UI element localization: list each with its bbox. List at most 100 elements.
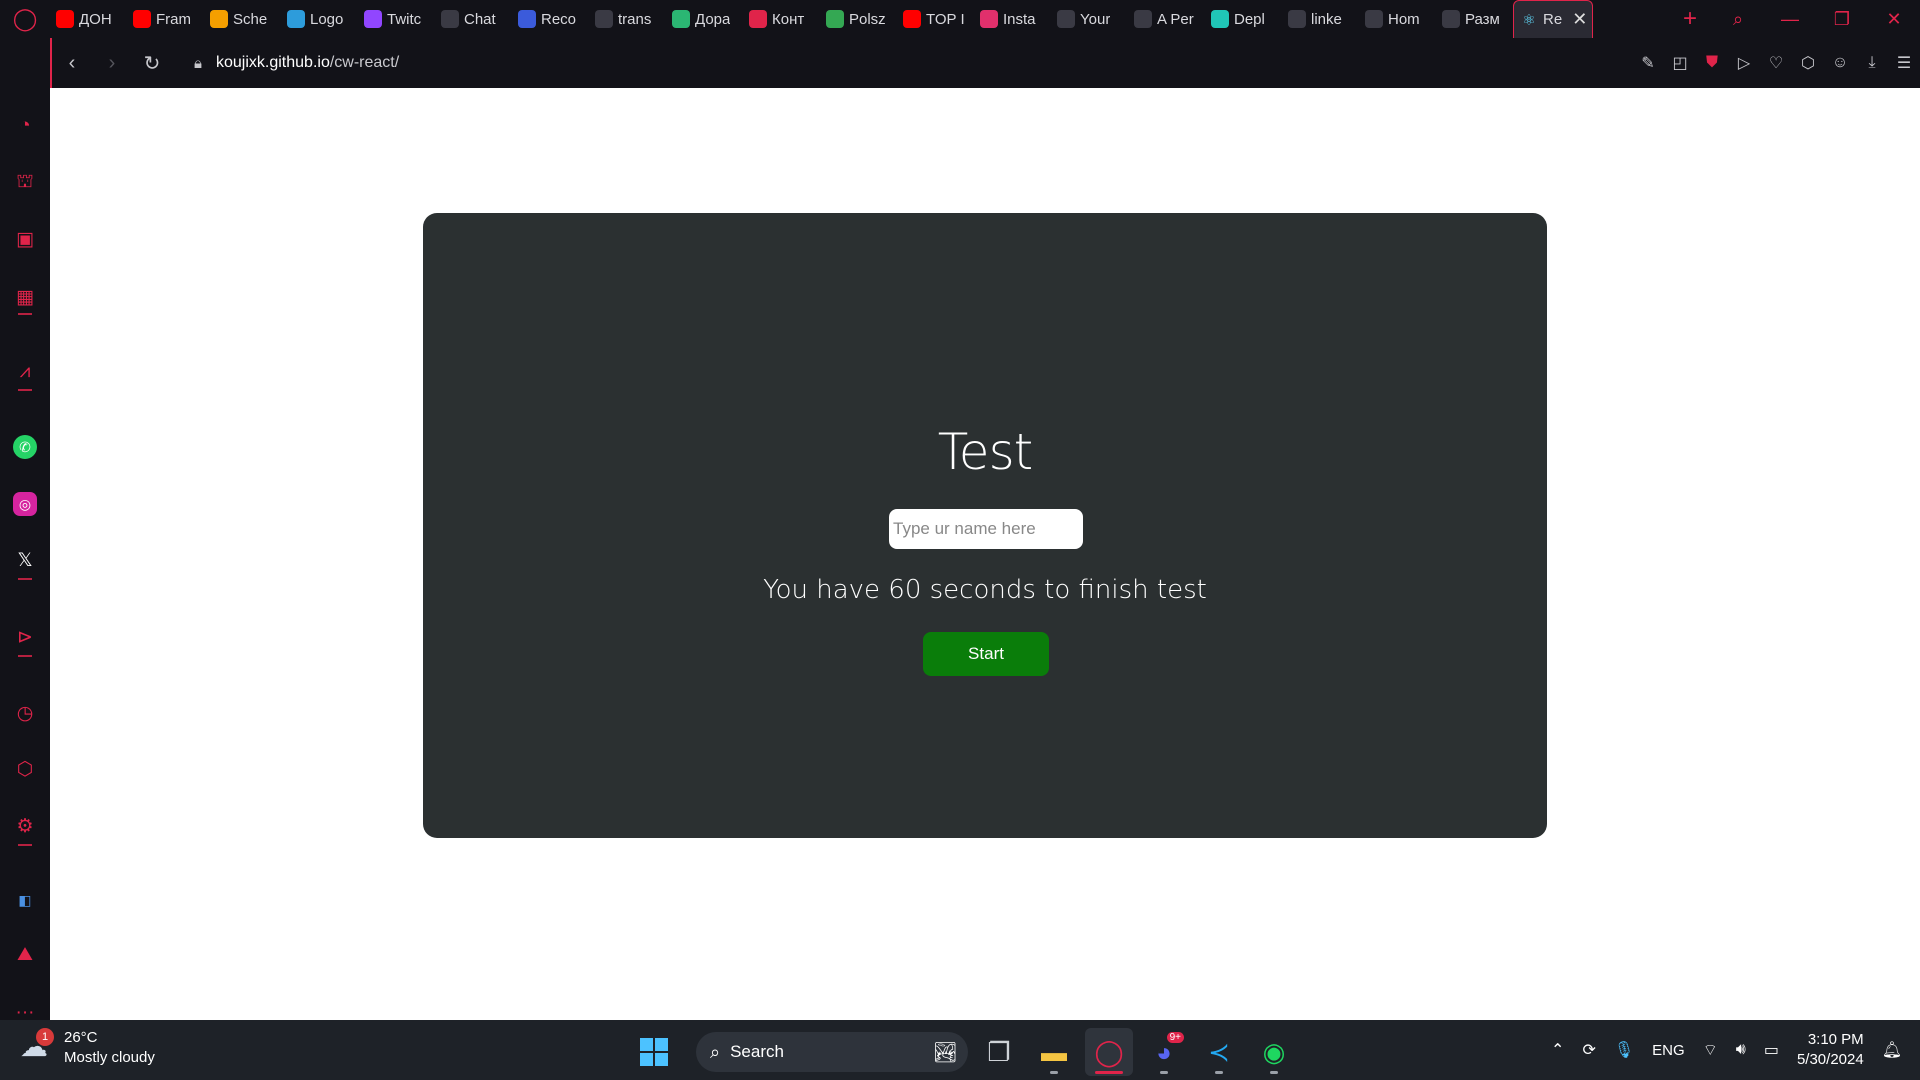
tab-label: trans <box>618 10 652 28</box>
x-twitter-icon[interactable]: 𝕏 <box>0 540 50 580</box>
browser-tab[interactable]: Разм <box>1436 0 1513 38</box>
tab-close-icon[interactable]: ✕ <box>1572 9 1587 30</box>
heart-icon[interactable]: ♡ <box>1760 53 1792 73</box>
task-view-icon[interactable]: ❐ <box>975 1028 1023 1076</box>
netlify-icon <box>1211 10 1229 28</box>
chevron-up-icon[interactable]: ⌃ <box>1551 1040 1564 1060</box>
new-tab-button[interactable]: + <box>1668 5 1712 33</box>
microphone-icon[interactable]: 🎙︎ <box>1614 1040 1634 1060</box>
cpu-limiter-icon[interactable]: ▦ <box>0 277 50 317</box>
back-button[interactable]: ‹ <box>52 52 92 75</box>
settings-icon[interactable]: ⚙ <box>0 806 50 846</box>
volume-icon[interactable]: 🔊︎ <box>1736 1041 1746 1059</box>
history-icon[interactable]: ◷ <box>0 693 50 733</box>
edit-icon[interactable]: ✎ <box>1632 53 1664 73</box>
tab-label: ДОН <box>79 10 112 28</box>
active-browser-tab[interactable]: ⚛ Re ✕ <box>1513 0 1593 38</box>
taskbar-apps: ⌕ Search 🏞︎ ❐ ▬ ◯ ◕ 9+ ≺ ◉ <box>632 1028 1298 1076</box>
tab-label: Sche <box>233 10 268 28</box>
tab-label: Re <box>1543 11 1563 28</box>
url-path: /cw-react/ <box>329 54 400 71</box>
url-field[interactable]: koujixk.github.io/cw-react/ <box>216 54 1632 72</box>
wifi-icon[interactable]: ⌔ <box>1703 1040 1718 1060</box>
weather-desc: Mostly cloudy <box>64 1049 155 1066</box>
lock-icon[interactable]: 🔒︎ <box>180 55 216 72</box>
close-window-button[interactable]: ✕ <box>1868 9 1920 30</box>
sync-icon[interactable]: ⟳ <box>1582 1040 1595 1060</box>
taskbar-search[interactable]: ⌕ Search 🏞︎ <box>696 1032 968 1072</box>
browser-tab[interactable]: Depl <box>1205 0 1282 38</box>
aria-icon[interactable]: ⩘ <box>0 352 50 392</box>
browser-tab[interactable]: ДОН <box>50 0 127 38</box>
sidebar-divider <box>18 844 32 846</box>
youtube-icon <box>133 10 151 28</box>
extensions-icon[interactable]: ⬡ <box>0 749 50 789</box>
clock[interactable]: 3:10 PM 5/30/2024 <box>1797 1030 1864 1070</box>
download-icon[interactable]: ⤓ <box>1856 54 1888 72</box>
language-indicator[interactable]: ENG <box>1652 1042 1685 1059</box>
snapshot-icon[interactable]: ◰ <box>1664 53 1696 73</box>
tab-label: Logo <box>310 10 344 28</box>
browser-tab[interactable]: linke <box>1282 0 1359 38</box>
browser-tab[interactable]: Конт <box>743 0 820 38</box>
gallery-icon[interactable]: ⛰ <box>0 935 50 975</box>
browser-tab[interactable]: Дора <box>666 0 743 38</box>
weather-widget[interactable]: ☁ 1 26°C Mostly cloudy <box>20 1028 155 1068</box>
notification-bell-icon[interactable]: 🔔︎ <box>1882 1040 1902 1060</box>
translator-icon[interactable]: ◧ <box>0 880 50 920</box>
file-explorer-icon[interactable]: ▬ <box>1030 1028 1078 1076</box>
browser-tab[interactable]: A Per <box>1128 0 1205 38</box>
instagram-icon[interactable]: ◎ <box>0 484 50 524</box>
taskbar: ☁ 1 26°C Mostly cloudy ⌕ Search 🏞︎ ❐ ▬ ◯ … <box>0 1020 1920 1080</box>
browser-tab[interactable]: Hom <box>1359 0 1436 38</box>
easy-setup-icon[interactable]: ☰ <box>1888 53 1920 73</box>
weather-temp: 26°C <box>64 1029 98 1046</box>
opera-gx-taskbar-icon[interactable]: ◯ <box>1085 1028 1133 1076</box>
tab-label: Depl <box>1234 10 1265 28</box>
forward-button[interactable]: › <box>92 52 132 75</box>
browser-tab[interactable]: Twitc <box>358 0 435 38</box>
search-highlight-icon: 🏞︎ <box>932 1041 958 1064</box>
browser-tab[interactable]: Insta <box>974 0 1051 38</box>
vscode-icon[interactable]: ≺ <box>1195 1028 1243 1076</box>
browser-tab[interactable]: Fram <box>127 0 204 38</box>
browser-tab[interactable]: Chat <box>435 0 512 38</box>
reco-icon <box>518 10 536 28</box>
github-icon <box>1057 10 1075 28</box>
gx-corner-icon[interactable]: ⛫ <box>0 163 50 203</box>
player-icon[interactable]: ⊳ <box>0 617 50 657</box>
tab-search-icon[interactable]: ⌕ <box>1712 9 1764 30</box>
windows-start-button[interactable] <box>632 1030 676 1074</box>
whatsapp-icon[interactable]: ✆ <box>0 427 50 467</box>
instagram-icon <box>980 10 998 28</box>
browser-tab[interactable]: Reco <box>512 0 589 38</box>
browser-tab[interactable]: trans <box>589 0 666 38</box>
clock-time: 3:10 PM <box>1807 1031 1864 1048</box>
minimize-button[interactable]: — <box>1764 9 1816 30</box>
pin-icon <box>749 10 767 28</box>
name-input[interactable] <box>889 509 1083 549</box>
twitch-icon[interactable]: ▣ <box>0 219 50 259</box>
vpn-shield-icon[interactable]: ⛊ <box>1696 54 1728 72</box>
send-icon[interactable]: ▷ <box>1728 53 1760 73</box>
discord-icon[interactable]: ◕ 9+ <box>1140 1028 1188 1076</box>
browser-tab[interactable]: Polsz <box>820 0 897 38</box>
spotify-icon[interactable]: ◉ <box>1250 1028 1298 1076</box>
opera-gx-menu-icon[interactable]: ◯ <box>0 0 50 38</box>
browser-tab[interactable]: Logo <box>281 0 358 38</box>
web-page: Test You have 60 seconds to finish test … <box>50 88 1920 1020</box>
reload-button[interactable]: ↻ <box>132 51 172 76</box>
browser-tab[interactable]: TOP I <box>897 0 974 38</box>
restore-button[interactable]: ❐ <box>1816 9 1868 30</box>
gx-control-icon[interactable]: ◔ <box>0 106 50 146</box>
sidebar-divider <box>18 313 32 315</box>
profile-icon[interactable]: ☺ <box>1824 54 1856 72</box>
browser-tab[interactable]: Sche <box>204 0 281 38</box>
start-button[interactable]: Start <box>923 632 1049 676</box>
toolbar: ✎ ◰ ⛊ ▷ ♡ ⬡ ☺ ⤓ ☰ <box>1632 53 1920 73</box>
tab-label: Разм <box>1465 10 1500 28</box>
battery-icon[interactable]: ▭ <box>1764 1040 1779 1060</box>
extensions-cube-icon[interactable]: ⬡ <box>1792 53 1824 73</box>
browser-tab[interactable]: Your <box>1051 0 1128 38</box>
map-icon <box>672 10 690 28</box>
